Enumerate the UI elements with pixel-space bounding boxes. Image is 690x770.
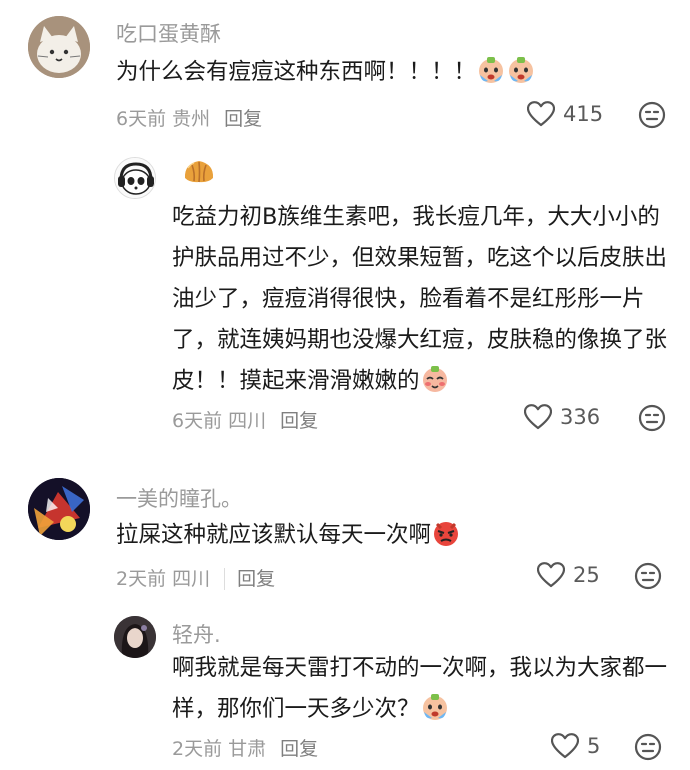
meh-face-icon xyxy=(634,733,662,761)
comment-meta: 2天前 四川 回复 xyxy=(116,564,281,591)
username[interactable]: 一美的瞳孔。 xyxy=(116,483,242,513)
crying-face-icon xyxy=(476,55,506,99)
crying-face-icon xyxy=(506,55,536,99)
comment-text: 啊我就是每天雷打不动的一次啊，我以为大家都一样，那你们一天多少次？ xyxy=(172,648,667,736)
heart-icon xyxy=(537,562,565,588)
heart-icon xyxy=(551,733,579,759)
comment-text: 吃益力初B族维生素吧，我长痘几年，大大小小的护肤品用过不少，但效果短暂，吃这个以… xyxy=(172,197,682,408)
heart-icon xyxy=(527,101,555,127)
reply-button[interactable]: 回复 xyxy=(224,568,276,590)
crying-face-icon xyxy=(420,692,450,736)
meh-face-icon xyxy=(638,101,666,129)
reply-button[interactable]: 回复 xyxy=(280,738,318,760)
user-avatar-panda[interactable] xyxy=(114,157,156,199)
location: 四川 xyxy=(228,410,267,432)
reply-button[interactable]: 回复 xyxy=(280,410,318,432)
dislike-button[interactable] xyxy=(638,101,666,133)
like-button[interactable]: 415 xyxy=(527,101,603,127)
timestamp: 6天前 xyxy=(172,410,223,432)
blush-face-icon xyxy=(420,364,450,408)
comment-text: 为什么会有痘痘这种东西啊！！！！ xyxy=(116,52,616,99)
username[interactable]: 吃口蛋黄酥 xyxy=(116,18,221,48)
comment-text-body: 拉屎这种就应该默认每天一次啊 xyxy=(116,522,432,548)
like-count: 336 xyxy=(560,405,601,429)
meh-face-icon xyxy=(638,404,666,432)
comment-text-body: 为什么会有痘痘这种东西啊！！！！ xyxy=(116,59,477,85)
angry-face-icon xyxy=(431,518,461,562)
location: 甘肃 xyxy=(228,738,267,760)
croissant-icon xyxy=(182,156,216,192)
comment-text: 拉屎这种就应该默认每天一次啊 xyxy=(116,515,616,562)
location: 贵州 xyxy=(172,108,211,130)
username[interactable]: 轻舟. xyxy=(172,619,221,649)
like-count: 5 xyxy=(587,734,601,758)
reply-button[interactable]: 回复 xyxy=(224,108,262,130)
timestamp: 6天前 xyxy=(116,108,167,130)
timestamp: 2天前 xyxy=(172,738,223,760)
dislike-button[interactable] xyxy=(634,562,662,594)
comment-meta: 6天前 四川 回复 xyxy=(172,406,324,433)
user-avatar-cat[interactable] xyxy=(28,16,90,78)
timestamp: 2天前 xyxy=(116,568,167,590)
like-button[interactable]: 336 xyxy=(524,404,600,430)
location: 四川 xyxy=(172,568,211,590)
user-avatar-colorful[interactable] xyxy=(28,478,90,540)
dislike-button[interactable] xyxy=(638,404,666,436)
dislike-button[interactable] xyxy=(634,733,662,765)
like-count: 415 xyxy=(563,102,604,126)
like-count: 25 xyxy=(573,563,600,587)
comment-meta: 2天前 甘肃 回复 xyxy=(172,734,324,761)
user-avatar-girl[interactable] xyxy=(114,616,156,658)
heart-icon xyxy=(524,404,552,430)
meh-face-icon xyxy=(634,562,662,590)
like-button[interactable]: 5 xyxy=(551,733,600,759)
comment-meta: 6天前 贵州 回复 xyxy=(116,104,268,131)
like-button[interactable]: 25 xyxy=(537,562,600,588)
